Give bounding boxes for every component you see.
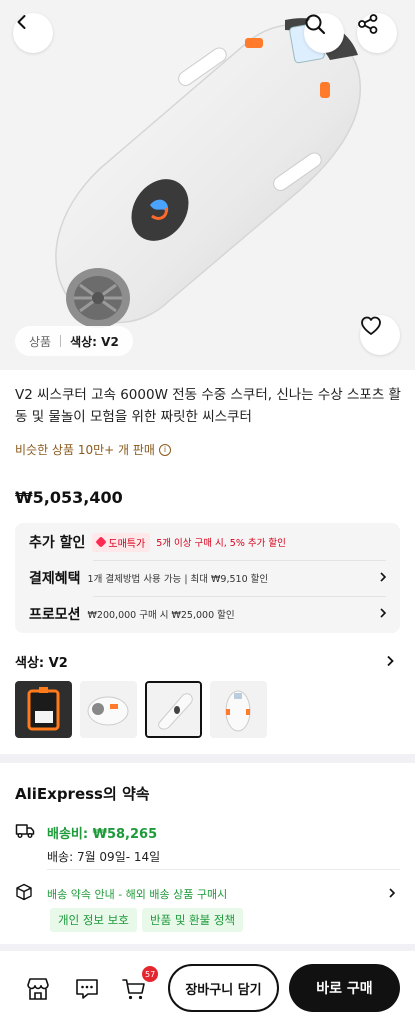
image-tag-color: 색상: V2 [70, 334, 119, 349]
chevron-right-icon[interactable] [387, 888, 397, 898]
color-option-3-selected[interactable] [145, 681, 202, 738]
info-icon: i [158, 443, 171, 456]
store-icon[interactable] [25, 976, 51, 1002]
back-button[interactable] [13, 13, 53, 53]
shipping-date: 배송: 7월 09일- 14일 [47, 850, 161, 864]
promo-row-extra-discount[interactable]: 추가 할인 도매특가 5개 이상 구매 시, 5% 추가 할인 [29, 529, 388, 555]
tag-divider [60, 335, 62, 347]
chevron-right-icon[interactable] [384, 655, 396, 667]
chat-icon[interactable] [74, 976, 100, 1002]
promo-row-promotion[interactable]: 프로모션 ₩200,000 구매 시 ₩25,000 할인 [29, 601, 388, 627]
product-price: ₩5,053,400 [15, 488, 123, 507]
search-button[interactable] [304, 13, 344, 53]
truck-icon [15, 824, 35, 838]
shipping-fee: 배송비: ₩58,265 [47, 827, 158, 842]
promotions-panel: 추가 할인 도매특가 5개 이상 구매 시, 5% 추가 할인 결제혜택 1개 … [15, 523, 400, 633]
color-option-1[interactable] [15, 681, 72, 738]
scooter-thumb-image [80, 681, 137, 738]
image-tag-product: 상품 [29, 334, 52, 349]
promo-text: ₩200,000 구매 시 ₩25,000 할인 [87, 610, 235, 621]
add-to-cart-button[interactable]: 장바구니 담기 [168, 964, 279, 1012]
box-icon [16, 883, 32, 901]
buy-now-button[interactable]: 바로 구매 [289, 964, 400, 1012]
color-heading[interactable]: 색상: V2 [15, 652, 68, 671]
sold-count[interactable]: 비슷한 상품 10만+ 개 판매 i [15, 441, 171, 458]
privacy-chip[interactable]: 개인 정보 보호 [50, 908, 137, 932]
chevron-right-icon [380, 608, 387, 618]
cart-icon[interactable] [121, 976, 147, 1002]
promo-text: 5개 이상 구매 시, 5% 추가 할인 [156, 538, 286, 549]
heart-icon [361, 316, 381, 335]
scooter-thumb-image [210, 681, 267, 738]
divider [47, 869, 400, 870]
scooter-thumb-image [147, 683, 200, 736]
refund-policy-chip[interactable]: 반품 및 환불 정책 [142, 908, 244, 932]
section-gap [0, 754, 415, 763]
image-tag[interactable]: 상품 색상: V2 [15, 326, 133, 356]
sold-count-text: 비슷한 상품 10만+ 개 판매 [15, 443, 155, 457]
chevron-left-icon [17, 15, 26, 29]
tag-icon [95, 536, 108, 548]
bottom-action-bar: 57 장바구니 담기 바로 구매 [0, 951, 415, 1024]
divider [93, 596, 386, 597]
promo-label: 결제혜택 [29, 571, 81, 587]
promo-text: 1개 결제방법 사용 가능 | 최대 ₩9,510 할인 [87, 574, 269, 585]
wishlist-button[interactable] [360, 315, 400, 355]
battery-image [15, 681, 72, 738]
share-button[interactable] [357, 13, 397, 53]
product-image-gallery[interactable]: 상품 색상: V2 [0, 0, 415, 370]
wholesale-badge: 도매특가 [92, 532, 151, 552]
divider [93, 560, 386, 561]
wholesale-badge-text: 도매특가 [108, 538, 146, 550]
product-image [55, 18, 362, 328]
search-icon [305, 14, 326, 35]
promise-title: AliExpress의 약속 [15, 785, 150, 803]
share-icon [358, 14, 378, 34]
delivery-pledge-link[interactable]: 배송 약속 안내 - 해외 배송 상품 구매시 [47, 886, 227, 902]
cart-count-badge: 57 [142, 966, 159, 982]
color-option-4[interactable] [210, 681, 267, 738]
product-title: V2 씨스쿠터 고속 6000W 전동 수중 스쿠터, 신나는 수상 스포츠 활… [15, 387, 401, 425]
color-option-2[interactable] [80, 681, 137, 738]
chevron-right-icon [380, 572, 387, 582]
section-gap [0, 944, 415, 951]
promo-row-payment[interactable]: 결제혜택 1개 결제방법 사용 가능 | 최대 ₩9,510 할인 [29, 565, 388, 591]
promo-label: 추가 할인 [29, 535, 86, 551]
promo-label: 프로모션 [29, 607, 81, 623]
